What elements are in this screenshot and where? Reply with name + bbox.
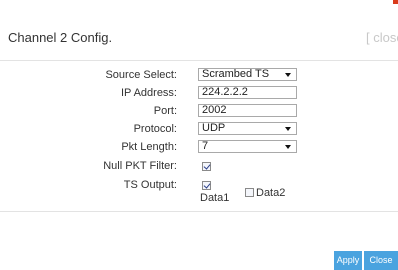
close-link[interactable]: [ close: [366, 30, 398, 45]
null-pkt-filter-checkbox[interactable]: [202, 162, 211, 171]
source-select-value: Scrambed TS: [202, 68, 270, 80]
chevron-down-icon: [285, 145, 291, 149]
protocol-value: UDP: [202, 122, 226, 134]
source-select-dropdown[interactable]: Scrambed TS: [198, 68, 297, 81]
apply-button[interactable]: Apply: [334, 251, 362, 270]
chevron-down-icon: [285, 73, 291, 77]
port-label: Port:: [153, 105, 177, 117]
channel-config-dialog: Channel 2 Config. [ close Source Select:…: [0, 0, 398, 270]
protocol-dropdown[interactable]: UDP: [198, 122, 297, 135]
source-select-label: Source Select:: [105, 69, 177, 81]
data1-label: Data1: [200, 192, 230, 204]
dialog-footer: Apply Close: [0, 211, 398, 270]
chevron-down-icon: [285, 127, 291, 131]
pkt-length-label: Pkt Length:: [121, 141, 177, 153]
data2-checkbox[interactable]: [245, 188, 254, 197]
pkt-length-value: 7: [202, 140, 209, 152]
close-button[interactable]: Close: [364, 251, 398, 270]
ip-address-label: IP Address:: [120, 87, 177, 99]
null-pkt-filter-label: Null PKT Filter:: [103, 160, 177, 172]
data1-checkbox[interactable]: [202, 181, 211, 190]
dialog-title: Channel 2 Config.: [8, 30, 113, 45]
ts-output-label: TS Output:: [123, 179, 177, 191]
data2-label: Data2: [256, 187, 286, 199]
protocol-label: Protocol:: [133, 123, 177, 135]
port-input[interactable]: 2002: [198, 104, 297, 117]
config-form: Source Select: Scrambed TS IP Address: 2…: [0, 61, 398, 211]
pkt-length-dropdown[interactable]: 7: [198, 140, 297, 153]
ip-address-input[interactable]: 224.2.2.2: [198, 86, 297, 99]
dialog-header: Channel 2 Config. [ close: [0, 0, 398, 61]
